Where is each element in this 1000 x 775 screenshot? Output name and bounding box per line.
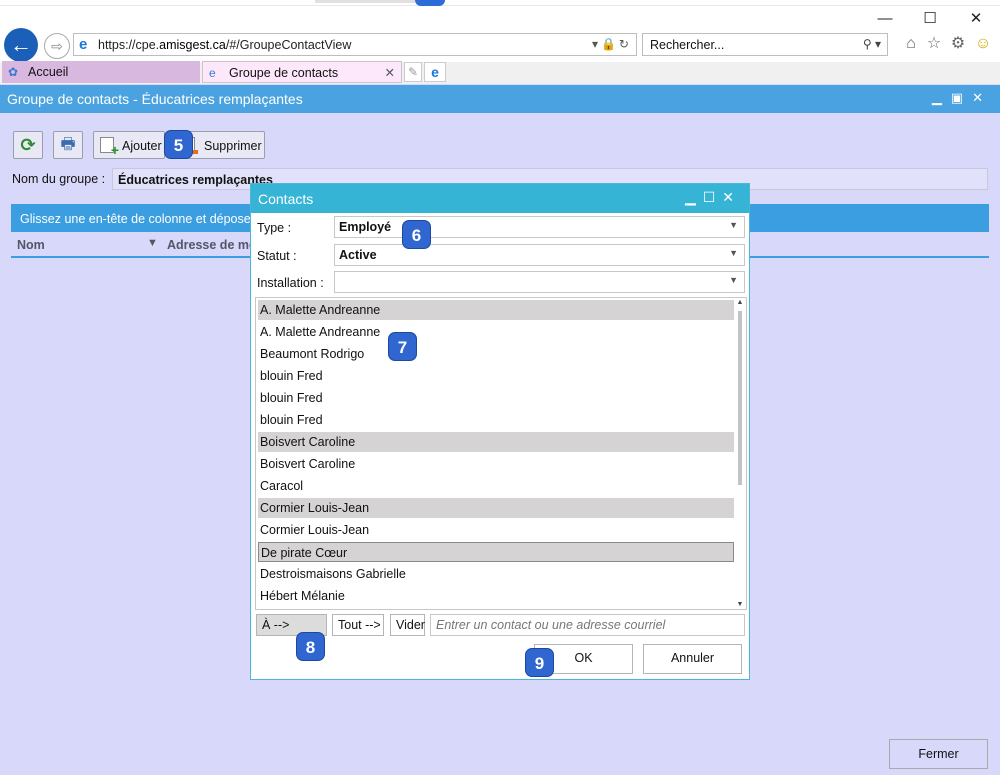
list-item[interactable]: blouin Fred [258, 388, 734, 408]
step-badge: 5 [164, 130, 193, 159]
home-icon[interactable]: ⌂ [900, 34, 922, 54]
column-header-adresse[interactable]: Adresse de me [167, 238, 256, 252]
favorites-star-icon[interactable]: ☆ [923, 34, 945, 54]
tab-app-icon: ✿ [8, 65, 19, 79]
refresh-button[interactable]: ⟳ [13, 131, 43, 159]
status-select[interactable]: Active ▼ [334, 244, 745, 266]
list-item[interactable]: Hébert Mélanie [258, 586, 734, 606]
list-item[interactable]: Caracol [258, 476, 734, 496]
type-label: Type : [257, 221, 292, 235]
contacts-dialog: Contacts ▁☐✕ Type : Employé ▼ Statut : A… [250, 183, 750, 680]
print-button[interactable]: 🖶 [53, 131, 83, 159]
maximize-button[interactable]: ☐ [915, 8, 945, 30]
list-item[interactable]: Cormier Louis-Jean [258, 498, 734, 518]
clear-button[interactable]: Vider [390, 614, 425, 636]
settings-gear-icon[interactable]: ⚙ [947, 34, 969, 54]
app-title: Groupe de contacts - Éducatrices remplaç… [7, 91, 303, 107]
search-icon[interactable]: ⚲ ▾ [863, 37, 881, 51]
add-label: Ajouter [122, 139, 162, 153]
add-button[interactable]: Ajouter [93, 131, 165, 159]
status-value: Active [339, 248, 377, 262]
add-document-icon [100, 137, 119, 158]
list-item[interactable]: Destroismaisons Gabrielle [258, 564, 734, 584]
tab-accueil[interactable]: ✿ Accueil [2, 61, 200, 83]
smiley-feedback-icon[interactable]: ☺ [972, 34, 994, 54]
step-badge: 9 [525, 648, 554, 677]
group-name-label: Nom du groupe : [12, 172, 106, 186]
dialog-title: Contacts [258, 191, 314, 207]
dialog-window-controls[interactable]: ▁☐✕ [685, 189, 741, 206]
tab-close-icon[interactable]: ✕ [385, 62, 395, 84]
printer-icon: 🖶 [60, 136, 76, 153]
list-item[interactable]: De pirate Cœur [258, 542, 734, 562]
add-all-button[interactable]: Tout --> [332, 614, 384, 636]
back-arrow-icon[interactable]: ← [4, 28, 38, 62]
step-badge: 8 [296, 632, 325, 661]
minimize-button[interactable]: — [870, 8, 900, 30]
contacts-list[interactable]: A. Malette Andreanne A. Malette Andreanne… [255, 297, 747, 610]
ie-logo-icon: e [79, 36, 88, 53]
list-item[interactable]: Boisvert Caroline [258, 432, 734, 452]
list-item[interactable]: Boisvert Caroline [258, 454, 734, 474]
address-bar[interactable]: e https://cpe.amisgest.ca/#/GroupeContac… [73, 33, 637, 56]
installation-select[interactable]: ▼ [334, 271, 745, 293]
forward-arrow-icon[interactable]: ⇨ [44, 33, 70, 59]
delete-label: Supprimer [204, 139, 262, 153]
delete-button[interactable]: Supprimer [183, 131, 265, 159]
tab-groupe-contacts[interactable]: e Groupe de contacts ✕ [202, 61, 402, 83]
filter-icon[interactable]: ▼ [147, 237, 158, 249]
list-item[interactable]: A. Malette Andreanne [258, 322, 734, 342]
list-item[interactable]: blouin Fred [258, 366, 734, 386]
list-item[interactable]: A. Malette Andreanne [258, 300, 734, 320]
scroll-down-icon[interactable]: ▼ [735, 601, 745, 608]
step-badge: 7 [388, 332, 417, 361]
search-placeholder: Rechercher... [650, 38, 725, 52]
ie-quick-tab-icon[interactable]: e [424, 62, 446, 82]
cancel-button[interactable]: Annuler [643, 644, 742, 674]
close-window-button[interactable]: ✕ [961, 8, 991, 30]
top-strip [0, 0, 1000, 6]
column-header-nom[interactable]: Nom [17, 238, 45, 252]
tab-label: Groupe de contacts [229, 66, 339, 80]
refresh-icon: ⟳ [20, 135, 36, 155]
installation-label: Installation : [257, 276, 324, 290]
chevron-down-icon: ▼ [729, 248, 738, 258]
url-text: https://cpe.amisgest.ca/#/GroupeContactV… [98, 38, 352, 52]
status-label: Statut : [257, 249, 297, 263]
address-tools-icon[interactable]: ▾🔒↻ [592, 37, 632, 51]
app-window-header: Groupe de contacts - Éducatrices remplaç… [0, 85, 1000, 113]
search-box[interactable]: Rechercher... ⚲ ▾ [642, 33, 888, 56]
chevron-down-icon: ▼ [729, 220, 738, 230]
step-badge: 6 [402, 220, 431, 249]
tab-label: Accueil [28, 65, 69, 79]
list-scrollbar[interactable]: ▲ ▼ [735, 299, 745, 608]
close-button[interactable]: Fermer [889, 739, 988, 769]
type-value: Employé [339, 220, 392, 234]
list-item[interactable]: Cormier Louis-Jean [258, 520, 734, 540]
app-window-controls[interactable]: ▁▣✕ [932, 90, 992, 106]
new-tab-icon[interactable]: ✎ [404, 62, 422, 82]
contact-input[interactable]: Entrer un contact ou une adresse courrie… [430, 614, 745, 636]
list-item[interactable]: blouin Fred [258, 410, 734, 430]
scroll-up-icon[interactable]: ▲ [735, 299, 745, 306]
scroll-thumb[interactable] [738, 311, 742, 485]
chevron-down-icon: ▼ [729, 275, 738, 285]
type-select[interactable]: Employé ▼ [334, 216, 745, 238]
list-item[interactable]: Beaumont Rodrigo [258, 344, 734, 364]
dialog-header: Contacts ▁☐✕ [251, 184, 749, 213]
ie-tab-icon: e [209, 66, 216, 80]
